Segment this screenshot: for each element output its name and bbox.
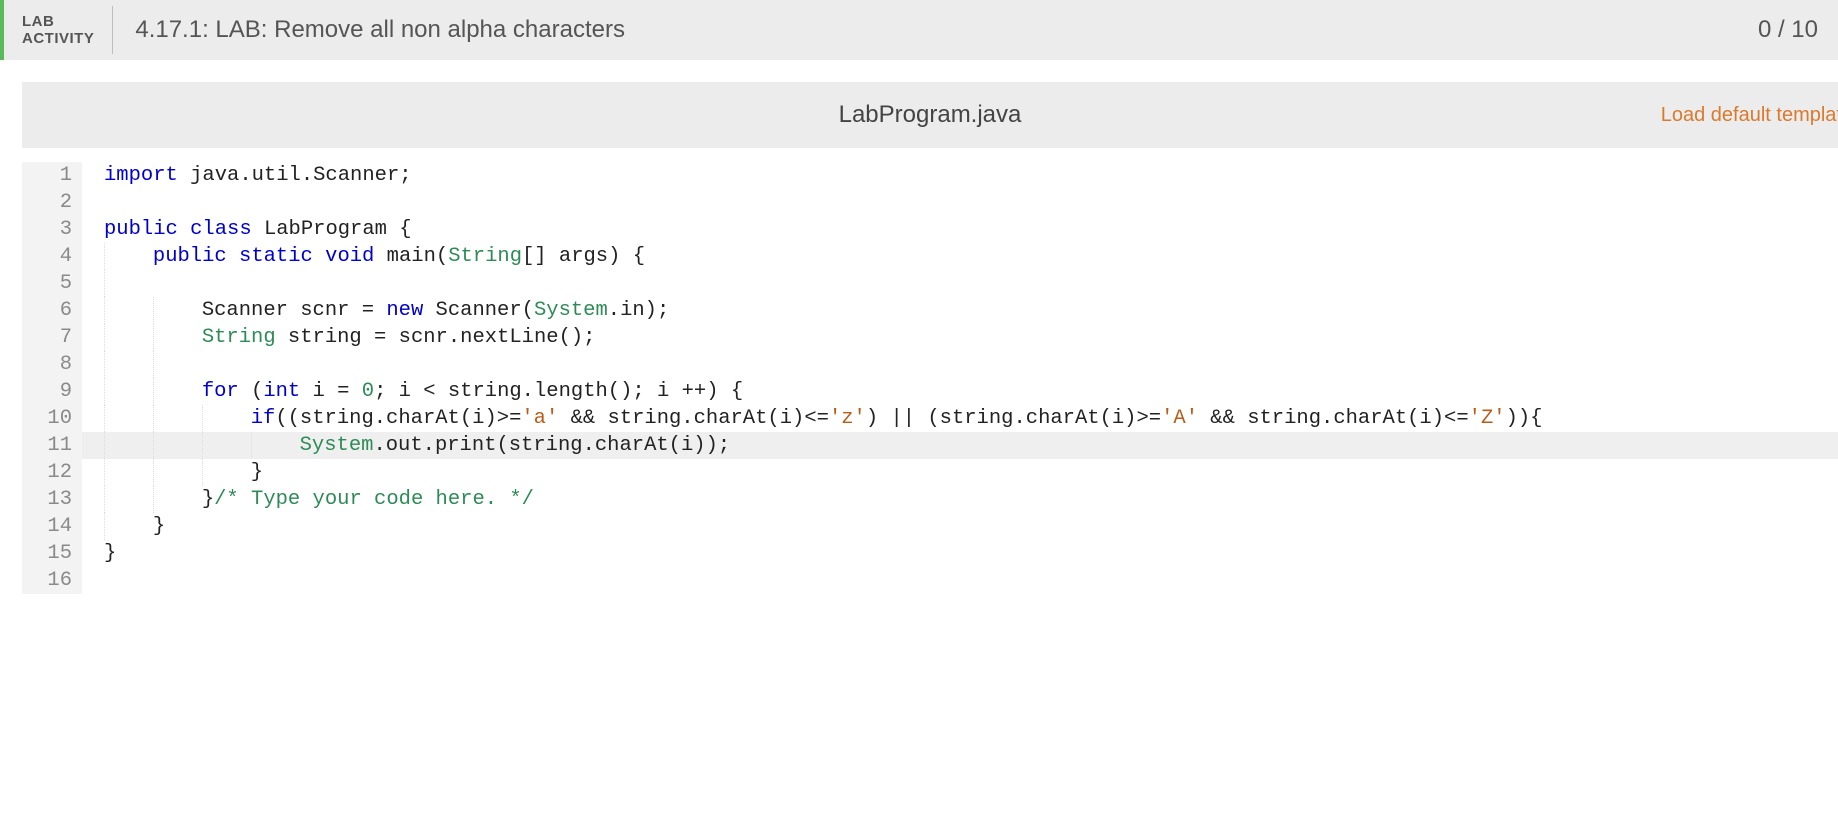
code-line[interactable]: import java.util.Scanner; [82,162,1838,189]
token-pl: )){ [1506,407,1543,430]
code-line[interactable]: } [82,540,1838,567]
token-pl: i = [300,380,362,403]
token-pl: && string.charAt(i)<= [1198,407,1469,430]
token-pl: [] args) { [522,245,645,268]
token-pl [313,245,325,268]
code-line[interactable]: } [82,513,1838,540]
token-pl [178,218,190,241]
line-number: 6 [22,297,72,324]
code-line[interactable]: if((string.charAt(i)>='a' && string.char… [82,405,1838,432]
code-line[interactable] [82,567,1838,594]
token-pl: ; i < string.length(); i ++) { [374,380,743,403]
line-number: 16 [22,567,72,594]
token-pl: LabProgram { [252,218,412,241]
token-pl [227,245,239,268]
code-line[interactable] [82,351,1838,378]
line-number: 5 [22,270,72,297]
token-kw: int [263,380,300,403]
token-kw: void [325,245,374,268]
token-pl: } [251,461,263,484]
token-kw: public [153,245,227,268]
token-com: /* Type your code here. */ [214,488,534,511]
token-kw: for [202,380,239,403]
line-number: 2 [22,189,72,216]
lab-label-line2: ACTIVITY [22,30,94,47]
token-kw: class [190,218,252,241]
line-number: 12 [22,459,72,486]
lab-label-line1: LAB [22,13,94,30]
load-template-link[interactable]: Load default templat [1661,104,1838,127]
token-pl: .in); [608,299,670,322]
token-ty: System [534,299,608,322]
token-ty: String [202,326,276,349]
line-number: 11 [22,432,72,459]
token-pl: ( [239,380,264,403]
code-line[interactable] [82,270,1838,297]
line-number: 15 [22,540,72,567]
code-editor[interactable]: 12345678910111213141516 import java.util… [22,148,1838,608]
token-str: 'Z' [1469,407,1506,430]
line-number: 1 [22,162,72,189]
token-pl: } [202,488,214,511]
lab-header: LAB ACTIVITY 4.17.1: LAB: Remove all non… [0,0,1838,60]
line-number: 14 [22,513,72,540]
token-str: 'a' [521,407,558,430]
token-pl: main( [374,245,448,268]
token-str: 'A' [1161,407,1198,430]
token-pl: } [104,542,116,565]
code-line[interactable]: for (int i = 0; i < string.length(); i +… [82,378,1838,405]
token-kw: import [104,164,178,187]
lab-score: 0 / 10 [1758,0,1818,60]
line-number: 13 [22,486,72,513]
code-line[interactable]: System.out.print(string.charAt(i)); [82,432,1838,459]
token-pl: .out.print(string.charAt(i)); [373,434,730,457]
token-kw: public [104,218,178,241]
code-line[interactable]: public class LabProgram { [82,216,1838,243]
line-number: 9 [22,378,72,405]
token-ty: String [448,245,522,268]
token-pl: Scanner( [423,299,534,322]
line-number: 3 [22,216,72,243]
line-number: 8 [22,351,72,378]
line-number: 4 [22,243,72,270]
code-line[interactable]: public static void main(String[] args) { [82,243,1838,270]
code-line[interactable]: } [82,459,1838,486]
token-pl: && string.charAt(i)<= [558,407,829,430]
file-header: LabProgram.java Load default templat [22,82,1838,148]
line-number: 10 [22,405,72,432]
token-pl: Scanner scnr = [202,299,387,322]
editor-panel: LabProgram.java Load default templat 123… [22,82,1838,608]
token-kw: new [386,299,423,322]
code-line[interactable]: Scanner scnr = new Scanner(System.in); [82,297,1838,324]
line-number: 7 [22,324,72,351]
file-name: LabProgram.java [22,101,1838,129]
line-number-gutter: 12345678910111213141516 [22,162,82,594]
lab-activity-label: LAB ACTIVITY [4,0,112,60]
token-ty: System [300,434,374,457]
code-line[interactable]: }/* Type your code here. */ [82,486,1838,513]
lab-title: 4.17.1: LAB: Remove all non alpha charac… [113,0,1758,60]
token-pl: java.util.Scanner; [178,164,412,187]
code-line[interactable]: String string = scnr.nextLine(); [82,324,1838,351]
token-kw: if [251,407,276,430]
token-kw: static [239,245,313,268]
code-line[interactable] [82,189,1838,216]
token-pl: ) || (string.charAt(i)>= [866,407,1161,430]
token-pl: ((string.charAt(i)>= [275,407,521,430]
token-pl: string = scnr.nextLine(); [276,326,596,349]
token-str: 'z' [829,407,866,430]
code-area[interactable]: import java.util.Scanner; public class La… [82,162,1838,594]
token-pl: } [153,515,165,538]
token-num: 0 [362,380,374,403]
